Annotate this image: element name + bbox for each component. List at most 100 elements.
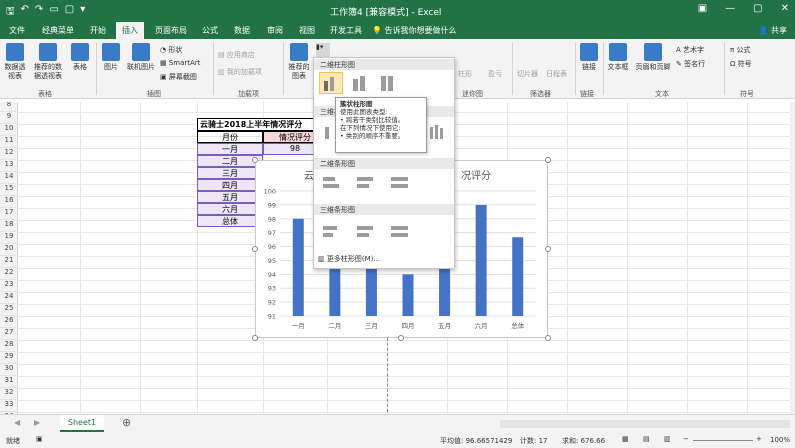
header-footer-button[interactable]: 页眉和页脚 — [633, 43, 673, 72]
resize-handle[interactable] — [545, 246, 551, 252]
row-header[interactable]: 18 — [0, 220, 18, 232]
row-header[interactable]: 32 — [0, 388, 18, 400]
textbox-button[interactable]: 文本框 — [607, 43, 629, 72]
row-header[interactable]: 8 — [0, 102, 18, 112]
month-cell[interactable]: 一月 — [197, 143, 263, 155]
pictures-button[interactable]: 图片 — [101, 43, 121, 72]
online-pictures-button[interactable]: 联机图片 — [125, 43, 157, 72]
redo-icon[interactable]: ↷ — [35, 4, 43, 21]
row-header[interactable]: 15 — [0, 184, 18, 196]
normal-view-icon[interactable]: ▦ — [622, 435, 629, 443]
tab-home[interactable]: 开始 — [90, 25, 106, 36]
tab-review[interactable]: 审阅 — [267, 25, 283, 36]
horizontal-scrollbar[interactable] — [500, 420, 790, 428]
row-header[interactable]: 19 — [0, 232, 18, 244]
chart-bar[interactable] — [292, 218, 304, 316]
chart-bar[interactable] — [475, 204, 487, 316]
row-header[interactable]: 24 — [0, 292, 18, 304]
macro-record-icon[interactable]: ▣ — [36, 435, 43, 443]
scroll-right-icon[interactable]: ▶ — [34, 418, 40, 427]
row-header[interactable]: 16 — [0, 196, 18, 208]
recommended-charts-button[interactable]: 推荐的图表 — [287, 43, 311, 81]
month-header-cell[interactable]: 月份 — [197, 131, 263, 143]
store-button[interactable]: ▤ 应用商店 — [218, 50, 255, 60]
zoom-slider[interactable] — [693, 440, 753, 441]
page-layout-view-icon[interactable]: ▤ — [643, 435, 650, 443]
ribbon-display-icon[interactable]: ▣ — [698, 3, 707, 14]
sparkline-column-button[interactable]: 柱形 — [458, 69, 472, 79]
row-header[interactable]: 9 — [0, 112, 18, 124]
row-header[interactable]: 21 — [0, 256, 18, 268]
3d-column-icon[interactable] — [425, 120, 449, 142]
zoom-level[interactable]: 100% — [770, 436, 790, 444]
month-cell[interactable]: 总体 — [197, 215, 263, 227]
page-break-view-icon[interactable]: ▥ — [664, 435, 671, 443]
row-header[interactable]: 14 — [0, 172, 18, 184]
row-header[interactable]: 17 — [0, 208, 18, 220]
resize-handle[interactable] — [545, 335, 551, 341]
row-header[interactable]: 12 — [0, 148, 18, 160]
chart-bar[interactable] — [512, 237, 524, 316]
scroll-left-icon[interactable]: ◀ — [14, 418, 20, 427]
chart-bar[interactable] — [402, 274, 414, 316]
timeline-button[interactable]: 日程表 — [546, 69, 567, 79]
row-header[interactable]: 10 — [0, 124, 18, 136]
touch-mode-icon[interactable]: ▭ — [49, 4, 58, 21]
row-header[interactable]: 11 — [0, 136, 18, 148]
row-header[interactable]: 22 — [0, 268, 18, 280]
resize-handle[interactable] — [252, 335, 258, 341]
zoom-out-icon[interactable]: − — [683, 435, 689, 443]
row-header[interactable]: 13 — [0, 160, 18, 172]
save-icon[interactable]: 🖫 — [6, 4, 15, 21]
row-header[interactable]: 23 — [0, 280, 18, 292]
row-header[interactable]: 28 — [0, 340, 18, 352]
vertical-scrollbar[interactable] — [790, 102, 795, 414]
recommended-pivot-button[interactable]: 推荐的数据透视表 — [31, 43, 65, 81]
month-cell[interactable]: 六月 — [197, 203, 263, 215]
screenshot-button[interactable]: ▣ 屏幕截图 — [160, 72, 197, 82]
resize-handle[interactable] — [545, 157, 551, 163]
tab-classic-menu[interactable]: 经典菜单 — [42, 25, 74, 36]
month-cell[interactable]: 五月 — [197, 191, 263, 203]
stacked-column-icon[interactable] — [347, 72, 371, 94]
row-header[interactable]: 31 — [0, 376, 18, 388]
3d-percent-bar-icon[interactable] — [387, 220, 411, 242]
undo-icon[interactable]: ↶ — [21, 4, 29, 21]
tab-developer[interactable]: 开发工具 — [330, 25, 362, 36]
table-button[interactable]: 表格 — [70, 43, 90, 72]
symbol-button[interactable]: Ω 符号 — [730, 59, 752, 69]
column-chart-dropdown[interactable]: ▮▾ — [316, 43, 330, 57]
resize-handle[interactable] — [398, 335, 404, 341]
add-sheet-icon[interactable]: ⊕ — [122, 416, 131, 429]
tab-view[interactable]: 视图 — [299, 25, 315, 36]
share-button[interactable]: 👤 共享 — [758, 25, 787, 36]
more-column-charts-link[interactable]: ▥ 更多柱形图(M)... — [318, 254, 380, 264]
row-header[interactable]: 25 — [0, 304, 18, 316]
clustered-bar-icon[interactable] — [319, 172, 343, 194]
3d-stacked-bar-icon[interactable] — [353, 220, 377, 242]
month-cell[interactable]: 三月 — [197, 167, 263, 179]
row-header[interactable]: 30 — [0, 364, 18, 376]
tab-insert[interactable]: 插入 — [116, 22, 144, 39]
resize-handle[interactable] — [252, 157, 258, 163]
month-cell[interactable]: 四月 — [197, 179, 263, 191]
pivot-table-button[interactable]: 数据透视表 — [3, 43, 27, 81]
clustered-column-icon[interactable] — [319, 72, 343, 94]
row-header[interactable]: 20 — [0, 244, 18, 256]
minimize-button[interactable]: — — [725, 3, 735, 14]
resize-handle[interactable] — [252, 246, 258, 252]
maximize-button[interactable]: ▢ — [753, 3, 762, 14]
customize-qat-icon[interactable]: ▾ — [80, 4, 85, 21]
table-title-cell[interactable]: 云骑士2018上半年情况评分 — [197, 118, 327, 131]
stacked-bar-icon[interactable] — [353, 172, 377, 194]
percent-column-icon[interactable] — [375, 72, 399, 94]
link-button[interactable]: 链接 — [580, 43, 598, 72]
slicer-button[interactable]: 切片器 — [517, 69, 538, 79]
equation-button[interactable]: π 公式 — [730, 45, 750, 55]
close-button[interactable]: ✕ — [781, 3, 789, 14]
signature-button[interactable]: ✎ 签名行 — [676, 59, 705, 69]
tell-me-input[interactable]: 💡 告诉我你想要做什么 — [372, 25, 457, 36]
3d-clustered-bar-icon[interactable] — [319, 220, 343, 242]
shapes-button[interactable]: ◔ 形状 — [160, 45, 182, 55]
tab-page-layout[interactable]: 页面布局 — [155, 25, 187, 36]
